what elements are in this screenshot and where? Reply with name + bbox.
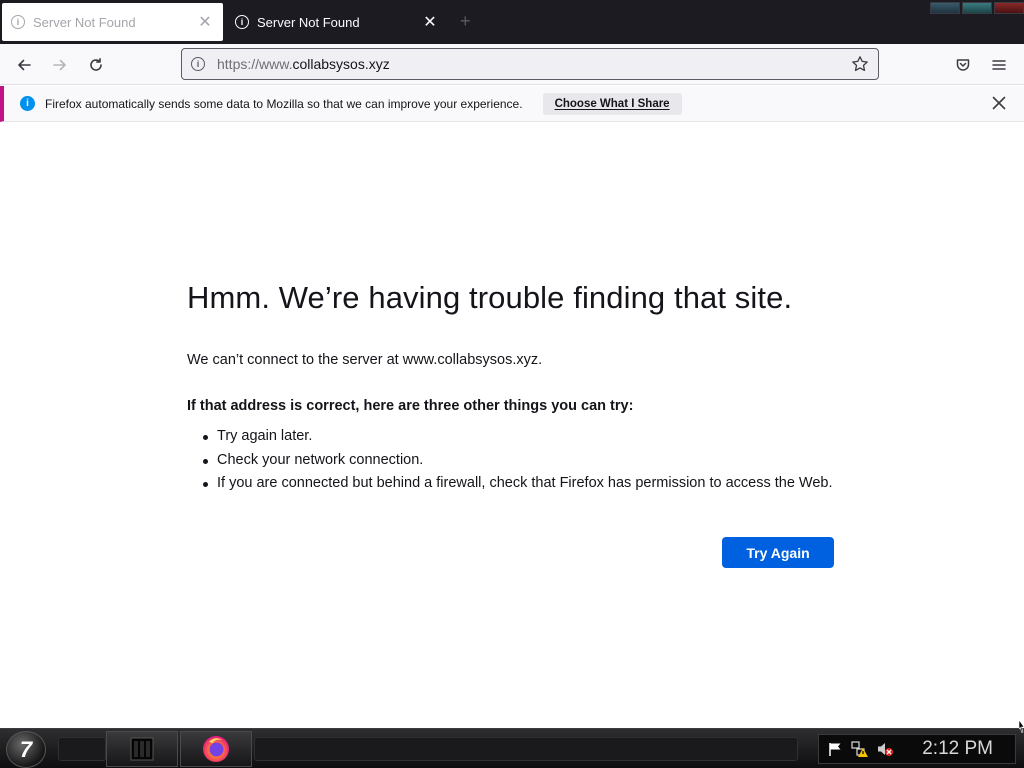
network-warning-icon[interactable] [851, 740, 869, 758]
close-icon[interactable]: ✕ [420, 12, 440, 32]
os-taskbar: 7 2:12 PM [0, 728, 1024, 768]
clock: 2:12 PM [922, 738, 993, 759]
pocket-icon[interactable] [950, 52, 976, 78]
url-bar[interactable]: i https://www.collabsysos.xyz [181, 48, 879, 80]
back-arrow-icon[interactable] [11, 52, 37, 78]
start-menu-button[interactable]: 7 [6, 731, 46, 768]
suggestions-list: Try again later. Check your network conn… [187, 428, 867, 491]
maximize-button[interactable] [962, 2, 992, 14]
hamburger-menu-icon[interactable] [986, 52, 1012, 78]
system-tray: 2:12 PM [818, 734, 1016, 764]
tab-server-not-found-active[interactable]: i Server Not Found ✕ [226, 3, 448, 41]
forward-arrow-icon[interactable] [47, 52, 73, 78]
new-tab-plus-icon[interactable]: + [460, 11, 471, 32]
choose-what-i-share-button[interactable]: Choose What I Share [542, 92, 682, 115]
close-icon[interactable]: ✕ [195, 12, 215, 32]
firefox-icon [203, 736, 229, 762]
tab-title: Server Not Found [33, 14, 136, 30]
firefox-task-button[interactable] [180, 731, 252, 767]
list-item: Try again later. [187, 428, 867, 444]
suggestions-heading: If that address is correct, here are thr… [187, 398, 634, 414]
info-icon: i [20, 96, 35, 111]
window-controls [930, 2, 1024, 14]
volume-muted-icon[interactable] [876, 740, 894, 758]
info-circle-icon: i [11, 15, 25, 29]
minimize-button[interactable] [930, 2, 960, 14]
tab-server-not-found-inactive[interactable]: i Server Not Found ✕ [2, 3, 223, 41]
tab-strip: i Server Not Found ✕ i Server Not Found … [0, 0, 1024, 44]
url-text[interactable]: https://www.collabsysos.xyz [217, 56, 848, 72]
error-title: Hmm. We’re having trouble finding that s… [187, 280, 793, 315]
close-icon[interactable] [990, 94, 1008, 112]
tab-title: Server Not Found [257, 14, 360, 30]
list-item: If you are connected but behind a firewa… [187, 475, 867, 491]
error-description: We can’t connect to the server at www.co… [187, 352, 543, 368]
terminal-task-button[interactable] [106, 731, 178, 767]
try-again-button[interactable]: Try Again [722, 537, 834, 568]
terminal-icon [130, 737, 154, 761]
list-item: Check your network connection. [187, 452, 867, 468]
reload-icon[interactable] [83, 52, 109, 78]
flag-icon[interactable] [826, 740, 844, 758]
error-page-content: Hmm. We’re having trouble finding that s… [187, 280, 867, 499]
navigation-toolbar: i https://www.collabsysos.xyz [0, 44, 1024, 85]
mouse-cursor-icon [1019, 720, 1024, 733]
info-icon[interactable]: i [191, 57, 205, 71]
close-window-button[interactable] [994, 2, 1024, 14]
taskbar-separator [58, 737, 106, 761]
notification-text: Firefox automatically sends some data to… [45, 96, 523, 111]
data-collection-notification: i Firefox automatically sends some data … [0, 86, 1024, 122]
bookmark-star-icon[interactable] [848, 55, 872, 73]
taskbar-track [254, 737, 798, 761]
info-circle-icon: i [235, 15, 249, 29]
